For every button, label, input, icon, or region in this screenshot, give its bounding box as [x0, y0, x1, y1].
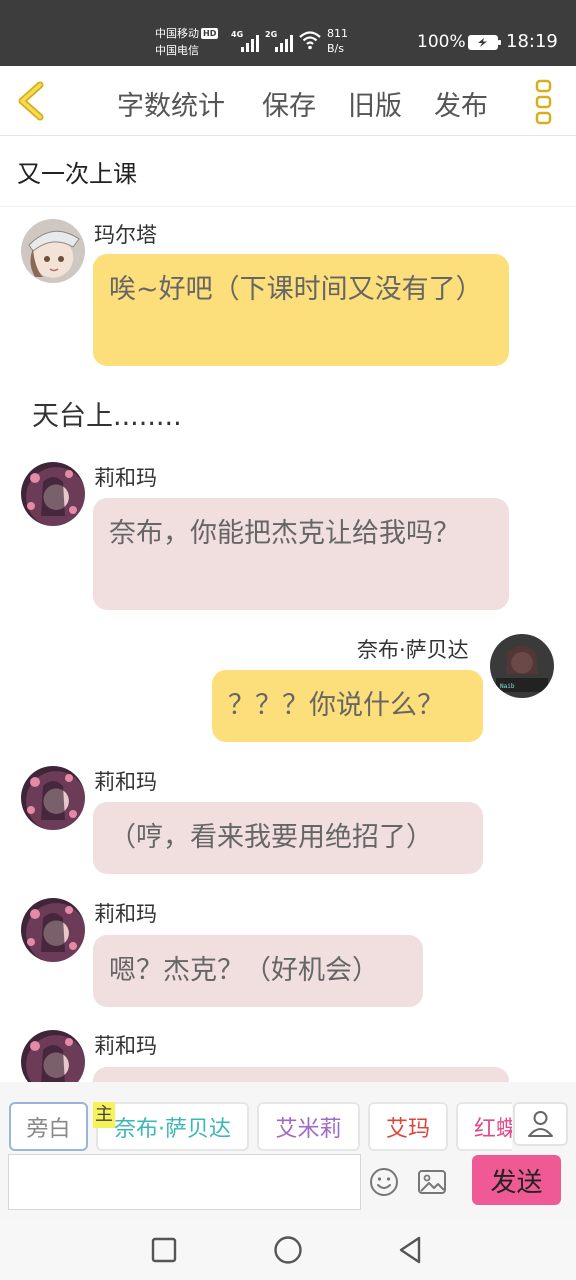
nav-back-button[interactable]	[392, 1232, 428, 1268]
document-title[interactable]: 又一次上课	[17, 154, 137, 189]
composer-panel: 旁白 奈布·萨贝达 艾米莉 艾玛 红蝶 主 发送	[0, 1082, 576, 1220]
editor-toolbar: 字数统计 保存 旧版 发布	[0, 66, 576, 136]
narration-text[interactable]: 天台上........	[32, 394, 182, 433]
battery-percent: 100%	[417, 32, 466, 52]
more-button[interactable]	[532, 78, 556, 126]
avatar-lihema[interactable]	[21, 462, 85, 526]
avatar-lihema[interactable]	[21, 766, 85, 830]
message-bubble[interactable]: （哼，看来我要用绝招了）	[93, 802, 483, 874]
speaker-name: 莉和玛	[94, 466, 157, 490]
carrier-1-label: 中国移动	[155, 27, 199, 40]
speaker-name: 莉和玛	[94, 902, 157, 926]
chevron-left-icon	[18, 81, 44, 121]
message-bubble[interactable]: ？？？你说什么？	[212, 670, 483, 742]
triangle-back-icon	[399, 1236, 421, 1264]
speaker-name: 奈布·萨贝达	[357, 638, 469, 662]
speaker-name: 莉和玛	[94, 1034, 157, 1058]
net-speed-value: 811	[327, 27, 348, 40]
old-version-button[interactable]: 旧版	[348, 84, 402, 123]
message-bubble[interactable]	[93, 1067, 509, 1082]
signal-1-icon: 4G	[231, 30, 261, 52]
square-icon	[151, 1237, 177, 1263]
more-vertical-icon	[535, 79, 552, 125]
chat-list[interactable]: 玛尔塔 唉~好吧（下课时间又没有了） 天台上........ 莉和玛 奈布，你能…	[0, 207, 576, 1082]
circle-icon	[274, 1236, 302, 1264]
smiley-icon	[370, 1168, 398, 1196]
home-button[interactable]	[270, 1232, 306, 1268]
wifi-icon	[299, 31, 321, 50]
role-chip-emma[interactable]: 艾玛	[368, 1102, 448, 1151]
send-button[interactable]: 发送	[472, 1155, 561, 1205]
emoji-button[interactable]	[368, 1166, 400, 1198]
role-chip-narrator[interactable]: 旁白	[9, 1102, 88, 1151]
host-tag: 主	[93, 1102, 115, 1128]
carrier-2-label: 中国电信	[155, 44, 199, 57]
save-button[interactable]: 保存	[262, 84, 316, 123]
message-bubble[interactable]: 嗯？杰克？（好机会）	[93, 935, 423, 1007]
insert-image-button[interactable]	[416, 1166, 448, 1198]
role-chip-red-butterfly[interactable]: 红蝶	[456, 1102, 512, 1151]
role-chip-emily[interactable]: 艾米莉	[257, 1102, 360, 1151]
role-selector[interactable]: 旁白 奈布·萨贝达 艾米莉 艾玛 红蝶	[0, 1096, 512, 1152]
net-speed-unit: B/s	[327, 42, 344, 55]
recent-apps-button[interactable]	[146, 1232, 182, 1268]
role-chip-naib[interactable]: 奈布·萨贝达	[96, 1102, 249, 1151]
avatar-naib[interactable]: Naib	[490, 634, 554, 698]
signal-2-icon: 2G	[265, 30, 295, 52]
system-nav-bar	[0, 1220, 576, 1280]
message-bubble[interactable]: 奈布，你能把杰克让给我吗？	[93, 498, 509, 610]
speaker-name: 玛尔塔	[94, 223, 157, 247]
publish-button[interactable]: 发布	[434, 84, 488, 123]
image-icon	[418, 1170, 446, 1194]
add-role-button[interactable]	[513, 1102, 568, 1146]
clock: 18:19	[506, 31, 558, 52]
svg-text:Naib: Naib	[500, 683, 515, 690]
carrier-info: 中国移动 HD 中国电信	[155, 25, 219, 59]
back-button[interactable]	[12, 80, 52, 122]
avatar-lihema[interactable]	[21, 898, 85, 962]
avatar-martha[interactable]	[21, 219, 85, 283]
person-icon	[528, 1111, 553, 1137]
status-bar: 中国移动 HD 中国电信 4G 2G 811 B/s 100% 18:19	[0, 0, 576, 66]
hd-badge: HD	[201, 28, 219, 39]
speaker-name: 莉和玛	[94, 770, 157, 794]
message-bubble[interactable]: 唉~好吧（下课时间又没有了）	[93, 254, 509, 366]
avatar-lihema[interactable]	[21, 1030, 85, 1082]
word-count-button[interactable]: 字数统计	[117, 84, 225, 123]
message-input[interactable]	[8, 1154, 361, 1210]
battery-charging-icon	[468, 35, 501, 50]
net-speed: 811 B/s	[327, 26, 348, 56]
